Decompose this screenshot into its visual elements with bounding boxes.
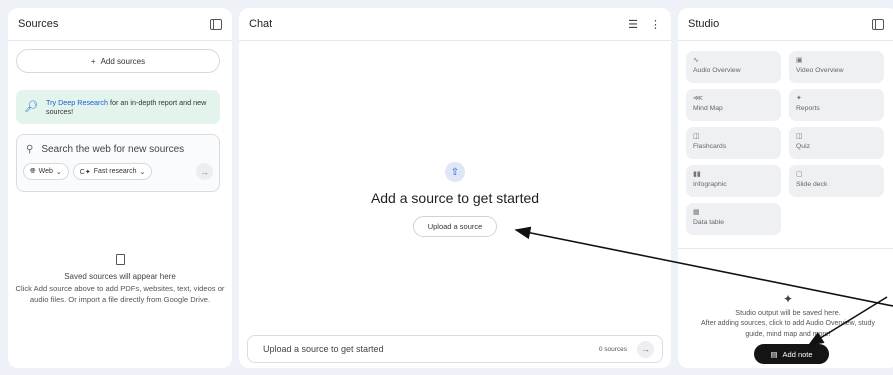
- audio-waveform-icon: ∿: [693, 57, 699, 64]
- upload-source-button[interactable]: Upload a source: [412, 216, 498, 237]
- settings-sliders-icon[interactable]: ☰: [628, 18, 638, 31]
- saved-sources-title: Saved sources will appear here: [64, 272, 176, 281]
- document-icon: [115, 254, 125, 265]
- deep-research-banner[interactable]: 🔎︎ Try Deep Research for an in-depth rep…: [16, 90, 220, 124]
- collapse-panel-icon[interactable]: [210, 18, 222, 30]
- tile-data-table[interactable]: ▦ Data table: [686, 203, 781, 235]
- tile-infographic[interactable]: ▮▮ Infographic: [686, 165, 781, 197]
- tile-label: Reports: [796, 105, 820, 112]
- fast-research-label: Fast research: [93, 168, 137, 175]
- video-icon: ▣: [796, 57, 803, 64]
- deep-research-icon: 🔎︎: [24, 100, 38, 113]
- tile-label: Quiz: [796, 143, 810, 150]
- add-note-label: Add note: [782, 349, 813, 359]
- submit-search-button[interactable]: →: [196, 163, 213, 180]
- studio-header: Studio: [678, 8, 893, 41]
- add-sources-button[interactable]: + Add sources: [16, 49, 220, 73]
- web-source-dropdown[interactable]: 🌐︎ Web ⌄: [23, 163, 69, 180]
- fast-research-dropdown[interactable]: C✦ Fast research ⌄: [72, 163, 153, 180]
- reports-icon: ✦: [796, 95, 802, 102]
- studio-divider: [678, 248, 893, 249]
- magic-wand-icon: ✦: [782, 292, 794, 306]
- chat-input[interactable]: Upload a source to get started 0 sources…: [247, 335, 663, 363]
- tile-label: Flashcards: [693, 143, 727, 150]
- tile-mind-map[interactable]: ⋘ Mind Map: [686, 89, 781, 121]
- studio-panel: Studio ∿ Audio Overview ▣ Video Overview…: [678, 8, 893, 368]
- sources-title: Sources: [18, 18, 59, 30]
- note-icon: ▤: [770, 349, 778, 359]
- data-table-icon: ▦: [693, 209, 700, 216]
- tile-label: Slide deck: [796, 181, 828, 188]
- chat-headline: Add a source to get started: [370, 190, 540, 206]
- more-options-icon[interactable]: ⋮: [650, 18, 661, 31]
- search-placeholder: Search the web for new sources: [41, 144, 185, 155]
- tile-label: Mind Map: [693, 105, 723, 112]
- tile-label: Data table: [693, 219, 724, 226]
- chevron-down-icon: ⌄: [55, 168, 62, 176]
- flashcards-icon: ◫: [693, 133, 700, 140]
- chevron-down-icon: ⌄: [139, 168, 146, 176]
- studio-empty-state: ✦ Studio output will be saved here. Afte…: [678, 292, 893, 340]
- tile-label: Infographic: [693, 181, 727, 188]
- chat-empty-state: ⇧ Add a source to get started Upload a s…: [239, 162, 671, 237]
- tile-label: Audio Overview: [693, 67, 741, 74]
- deep-research-text: Try Deep Research for an in-depth report…: [45, 98, 207, 116]
- quiz-icon: ◫: [796, 133, 803, 140]
- sources-header: Sources: [8, 8, 232, 41]
- add-sources-label: Add sources: [100, 56, 146, 66]
- slide-deck-icon: ▢: [796, 171, 803, 178]
- web-chip-label: Web: [38, 168, 53, 175]
- tile-video-overview[interactable]: ▣ Video Overview: [789, 51, 884, 83]
- deep-research-link[interactable]: Try Deep Research: [46, 98, 108, 107]
- web-search-input[interactable]: ⚲ Search the web for new sources: [17, 135, 219, 155]
- upload-icon: ⇧: [445, 162, 465, 182]
- collapse-panel-icon[interactable]: [872, 18, 884, 30]
- chat-header: Chat ☰ ⋮: [239, 8, 671, 41]
- chat-title: Chat: [249, 18, 273, 30]
- studio-title: Studio: [688, 18, 720, 30]
- saved-sources-text: Click Add source above to add PDFs, webs…: [15, 284, 225, 304]
- chat-input-placeholder: Upload a source to get started: [263, 344, 384, 354]
- studio-empty-text: After adding sources, click to add Audio…: [701, 320, 875, 338]
- tile-flashcards[interactable]: ◫ Flashcards: [686, 127, 781, 159]
- infographic-icon: ▮▮: [693, 171, 701, 178]
- saved-sources-empty-state: Saved sources will appear here Click Add…: [8, 254, 232, 305]
- tile-label: Video Overview: [796, 67, 844, 74]
- send-button[interactable]: →: [637, 340, 654, 358]
- chat-panel: Chat ☰ ⋮ ⇧ Add a source to get started U…: [239, 8, 671, 368]
- globe-icon: 🌐︎: [30, 167, 36, 175]
- tile-reports[interactable]: ✦ Reports: [789, 89, 884, 121]
- tile-quiz[interactable]: ◫ Quiz: [789, 127, 884, 159]
- tile-audio-overview[interactable]: ∿ Audio Overview: [686, 51, 781, 83]
- studio-empty-title: Studio output will be saved here.: [735, 308, 841, 317]
- plus-icon: +: [90, 56, 96, 66]
- sparkle-search-icon: C✦: [79, 168, 91, 176]
- search-icon: ⚲: [26, 144, 34, 155]
- source-count: 0 sources: [598, 345, 627, 353]
- tile-slide-deck[interactable]: ▢ Slide deck: [789, 165, 884, 197]
- web-search-card: ⚲ Search the web for new sources 🌐︎ Web …: [16, 134, 220, 192]
- sources-panel: Sources + Add sources 🔎︎ Try Deep Resear…: [8, 8, 232, 368]
- add-note-button[interactable]: ▤ Add note: [754, 344, 829, 364]
- mind-map-icon: ⋘: [693, 95, 703, 102]
